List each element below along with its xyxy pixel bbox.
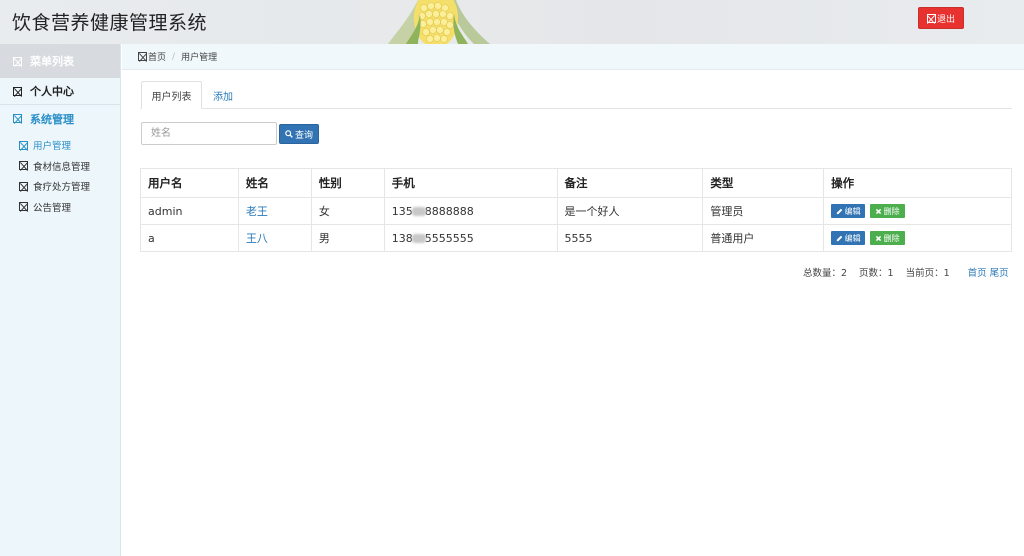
sidebar-item-ingredient-management[interactable]: 食材信息管理 (0, 156, 120, 177)
cell-note: 是一个好人 (556, 197, 704, 225)
sidebar-item-notice-management[interactable]: 公告管理 (0, 197, 120, 218)
corn-banner-image (378, 0, 498, 44)
delete-button[interactable]: 删除 (869, 204, 905, 218)
sidebar-item-prescription-management[interactable]: 食疗处方管理 (0, 176, 120, 197)
sidebar-section-system[interactable]: 系统管理 (0, 105, 120, 132)
logout-button[interactable]: 退出 (918, 7, 964, 29)
app-title: 饮食营养健康管理系统 (12, 12, 208, 34)
delete-button-label: 删除 (883, 206, 900, 216)
column-header-username: 用户名 (140, 168, 239, 198)
top-header: 饮食营养健康管理系统 退出 (0, 0, 1024, 44)
table-row: a 王八 男 138 5555555 5555 普通用户 编辑 删除 (140, 224, 1012, 252)
pager-total: 总数量：2 (803, 268, 848, 279)
pagination: 总数量：2 页数：1 当前页：1 首页 尾页 (803, 265, 1009, 279)
settings-icon (13, 114, 22, 123)
sidebar-item-user-management[interactable]: 用户管理 (0, 135, 120, 156)
phone-start: 138 (391, 231, 413, 245)
list-icon (19, 202, 28, 212)
user-table: 用户名 姓名 性别 手机 备注 类型 操作 admin 老王 女 135 8888… (140, 168, 1012, 252)
breadcrumb-current: 用户管理 (181, 53, 218, 63)
pager-current: 当前页：1 (905, 268, 950, 279)
edit-button-label: 编辑 (844, 233, 861, 243)
cell-name-link[interactable]: 老王 (237, 197, 312, 225)
cell-type: 管理员 (702, 197, 825, 225)
name-search-input[interactable] (141, 122, 277, 145)
cell-note: 5555 (556, 224, 704, 252)
edit-button[interactable]: 编辑 (831, 204, 866, 218)
cell-username: admin (140, 197, 239, 225)
delete-button[interactable]: 删除 (869, 231, 905, 245)
redaction-blur (411, 233, 426, 243)
table-header-row: 用户名 姓名 性别 手机 备注 类型 操作 (140, 168, 1012, 198)
edit-button-label: 编辑 (844, 206, 861, 216)
phone-end: 5555555 (424, 231, 474, 245)
breadcrumb-separator: / (172, 51, 176, 62)
redaction-blur (411, 206, 426, 216)
pager-first-link[interactable]: 首页 (968, 265, 987, 279)
column-header-gender: 性别 (310, 168, 385, 198)
pager-pages: 页数：1 (859, 268, 894, 279)
list-icon (19, 181, 28, 191)
sidebar-section-label: 个人中心 (30, 85, 74, 98)
tab-add[interactable]: 添加 (206, 81, 240, 109)
breadcrumb-home-label: 首页 (148, 53, 167, 63)
cell-phone: 138 5555555 (383, 224, 558, 252)
delete-button-label: 删除 (883, 233, 900, 243)
logout-icon (926, 13, 936, 23)
sidebar-heading-label: 菜单列表 (30, 55, 74, 68)
pencil-icon (836, 235, 842, 241)
column-header-note: 备注 (556, 168, 704, 198)
tab-bar: 用户列表 添加 (140, 81, 1012, 109)
list-icon (19, 161, 28, 171)
home-icon (138, 52, 147, 61)
column-header-actions: 操作 (823, 168, 1012, 198)
close-icon (875, 208, 881, 214)
phone-end: 8888888 (424, 204, 474, 218)
cell-actions: 编辑 删除 (823, 197, 1012, 225)
cell-name-link[interactable]: 王八 (237, 224, 312, 252)
sidebar-section-personal[interactable]: 个人中心 (0, 78, 120, 105)
column-header-type: 类型 (702, 168, 825, 198)
cell-gender: 男 (310, 224, 385, 252)
menu-icon (13, 56, 22, 66)
pencil-icon (836, 208, 842, 214)
cell-actions: 编辑 删除 (823, 224, 1012, 252)
search-icon (285, 130, 293, 138)
sidebar-item-label: 食疗处方管理 (33, 182, 91, 194)
close-icon (875, 235, 881, 241)
search-button[interactable]: 查询 (279, 124, 319, 144)
cell-gender: 女 (310, 197, 385, 225)
table-row: admin 老王 女 135 8888888 是一个好人 管理员 编辑 删除 (140, 197, 1012, 225)
cell-phone: 135 8888888 (383, 197, 558, 225)
cell-username: a (140, 224, 239, 252)
breadcrumb: 首页 / 用户管理 (122, 44, 1024, 70)
breadcrumb-home[interactable]: 首页 (138, 50, 166, 63)
column-header-name: 姓名 (237, 168, 312, 198)
user-icon (13, 86, 22, 96)
tab-user-list[interactable]: 用户列表 (141, 81, 202, 109)
sidebar: 菜单列表 个人中心 系统管理 用户管理 食材信息管理 食疗处方管理 公告管理 (0, 44, 121, 556)
logout-label: 退出 (936, 14, 955, 25)
column-header-phone: 手机 (383, 168, 558, 198)
sidebar-item-label: 食材信息管理 (33, 161, 91, 173)
list-icon (19, 140, 28, 150)
sidebar-heading: 菜单列表 (0, 44, 120, 78)
phone-start: 135 (391, 204, 413, 218)
search-button-label: 查询 (294, 130, 313, 141)
sidebar-section-label: 系统管理 (30, 112, 74, 126)
edit-button[interactable]: 编辑 (831, 231, 866, 245)
sidebar-item-label: 公告管理 (33, 202, 72, 214)
cell-type: 普通用户 (702, 224, 825, 252)
pager-last-link[interactable]: 尾页 (990, 265, 1009, 279)
sidebar-item-label: 用户管理 (33, 141, 72, 153)
